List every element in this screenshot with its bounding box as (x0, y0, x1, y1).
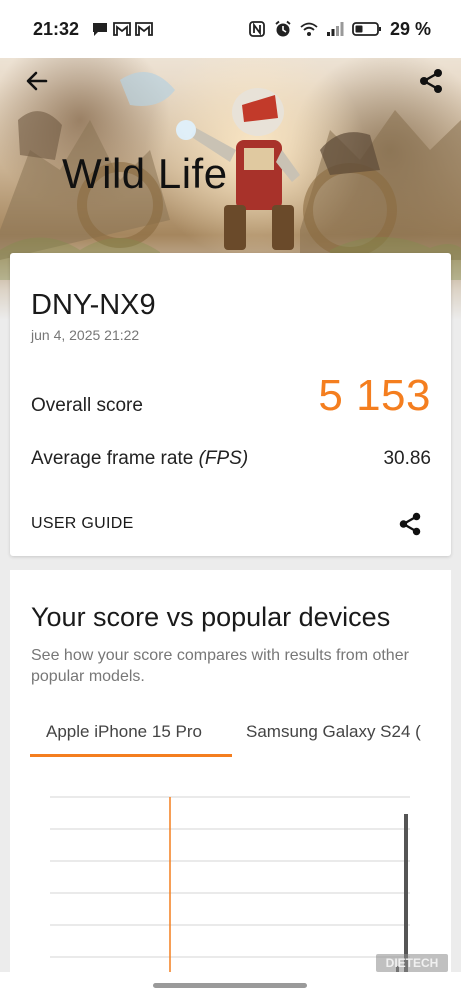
share-icon (399, 512, 421, 536)
overall-score-value: 5 153 (318, 371, 431, 420)
user-guide-link[interactable]: USER GUIDE (31, 515, 134, 533)
result-card: DNY-NX9 jun 4, 2025 21:22 Overall score … (10, 253, 451, 556)
home-gesture-handle[interactable] (153, 983, 307, 988)
device-score-bar (404, 814, 408, 972)
status-time: 21:32 (33, 18, 80, 39)
navigation-bar (0, 972, 461, 1000)
tab-samsung-galaxy-s24[interactable]: Samsung Galaxy S24 ( (246, 722, 421, 742)
chat-bubble-icon (91, 20, 109, 38)
status-bar: 21:32 29 % (0, 0, 461, 58)
battery-icon (352, 20, 382, 38)
fps-value: 30.86 (383, 448, 431, 469)
page-title: Wild Life (62, 150, 228, 197)
wifi-icon (300, 20, 318, 38)
watermark: DIETECH (376, 954, 448, 972)
arrow-left-icon (26, 71, 48, 91)
app-screen: 21:32 29 % Wild Life DNY-NX9 jun 4, 2025… (0, 0, 461, 1000)
fps-unit: (FPS) (198, 448, 249, 469)
share-result-button[interactable] (396, 510, 424, 538)
battery-percent: 29 % (389, 18, 431, 39)
share-icon (420, 69, 442, 93)
share-button[interactable] (416, 66, 446, 96)
nfc-icon (248, 20, 266, 38)
alarm-icon (274, 20, 292, 38)
comparison-chart (50, 796, 410, 972)
overall-score-label: Overall score (31, 395, 143, 416)
signal-icon (326, 20, 344, 38)
gmail-icon (135, 20, 153, 38)
tab-indicator (30, 754, 232, 757)
comparison-section: Your score vs popular devices See how yo… (10, 570, 451, 1000)
status-left: 21:32 (33, 19, 153, 40)
fps-label-text: Average frame rate (31, 448, 194, 469)
fps-label: Average frame rate (FPS) (31, 448, 248, 470)
tab-apple-iphone-15-pro[interactable]: Apple iPhone 15 Pro (46, 722, 202, 742)
chart-gridlines (50, 796, 410, 958)
back-button[interactable] (22, 66, 52, 96)
comparison-title: Your score vs popular devices (31, 602, 391, 632)
device-name: DNY-NX9 (31, 289, 156, 321)
device-tabs: Apple iPhone 15 Pro Samsung Galaxy S24 ( (30, 710, 451, 760)
comparison-description: See how your score compares with results… (31, 647, 409, 685)
gmail-icon (113, 20, 131, 38)
status-right: 29 % (248, 19, 431, 40)
test-date: jun 4, 2025 21:22 (31, 327, 140, 343)
